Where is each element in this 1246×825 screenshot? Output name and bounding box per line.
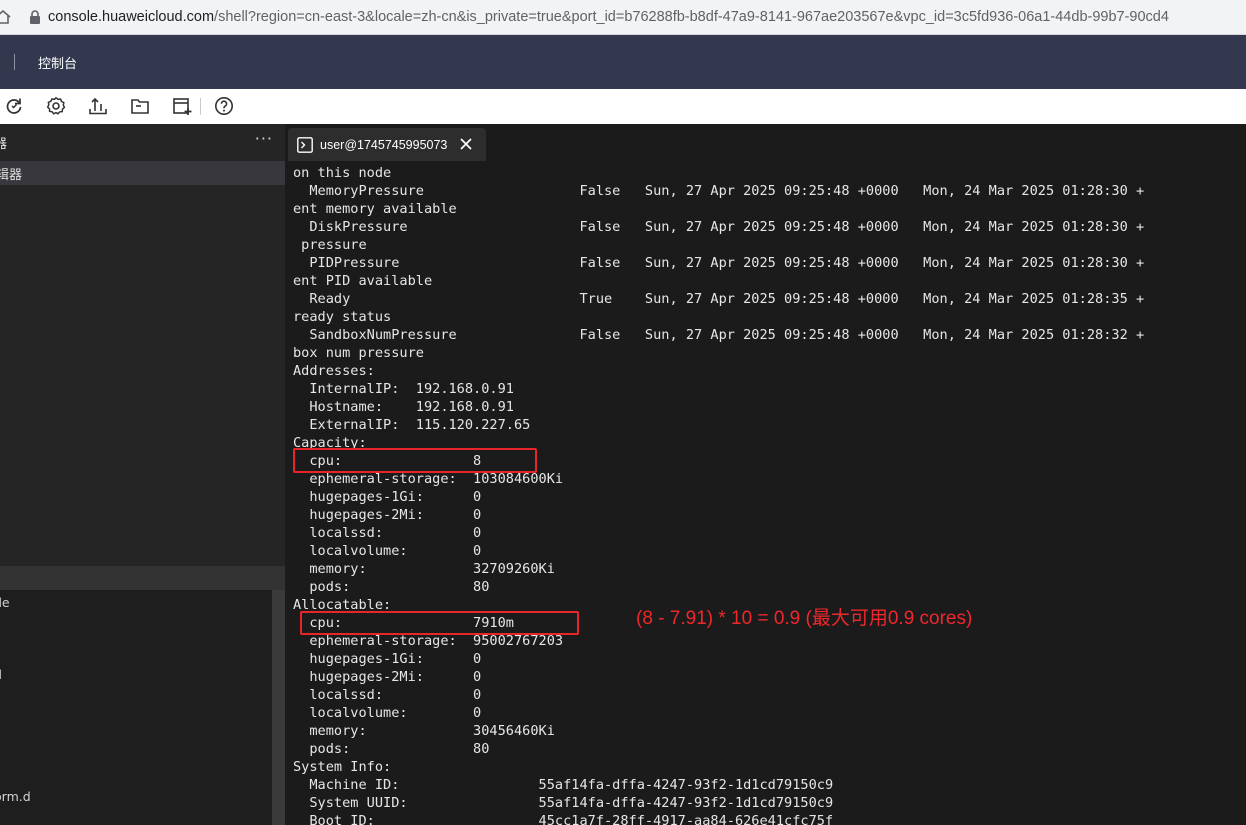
terminal-line: DiskPressure False Sun, 27 Apr 2025 09:2… (293, 219, 1145, 235)
terminal-line: MemoryPressure False Sun, 27 Apr 2025 09… (293, 183, 1145, 199)
capacity-cpu-highlight (293, 448, 537, 473)
terminal-line: hugepages-2Mi: 0 (293, 507, 482, 523)
sidebar-item-label: 辑器 (0, 167, 23, 183)
file-item[interactable]: d (0, 667, 2, 682)
file-item[interactable]: orm.d (0, 789, 31, 804)
more-options-icon[interactable]: ··· (255, 129, 273, 148)
terminal-tabstrip: user@1745745995073 (285, 124, 1246, 161)
terminal-line: memory: 32709260Ki (293, 561, 555, 577)
terminal-line: hugepages-2Mi: 0 (293, 669, 482, 685)
file-sidebar: 器 ··· 辑器 de d orm.d (0, 124, 285, 825)
new-window-icon[interactable] (171, 95, 193, 117)
upload-icon[interactable] (87, 95, 109, 117)
settings-icon[interactable] (45, 95, 67, 117)
console-link[interactable]: 控制台 (38, 53, 77, 72)
sidebar-section-divider[interactable] (0, 566, 285, 590)
terminal-line: box num pressure (293, 345, 424, 361)
sidebar-scrollbar[interactable] (272, 590, 285, 825)
terminal-tab[interactable]: user@1745745995073 (288, 128, 486, 161)
terminal-line: hugepages-1Gi: 0 (293, 489, 482, 505)
terminal-line: PIDPressure False Sun, 27 Apr 2025 09:25… (293, 255, 1145, 271)
sidebar-title: 器 (0, 137, 8, 152)
cpu-calculation-annotation: (8 - 7.91) * 10 = 0.9 (最大可用0.9 cores) (636, 608, 973, 629)
terminal-line: SandboxNumPressure False Sun, 27 Apr 202… (293, 327, 1145, 343)
folder-icon[interactable] (129, 95, 151, 117)
allocatable-cpu-highlight (300, 611, 579, 635)
nav-divider (14, 54, 15, 70)
terminal-icon (297, 136, 313, 153)
terminal-line: Addresses: (293, 363, 375, 379)
terminal-line: ExternalIP: 115.120.227.65 (293, 417, 531, 433)
url-path: /shell?region=cn-east-3&locale=zh-cn&is_… (214, 9, 1169, 25)
terminal-line: pods: 80 (293, 579, 490, 595)
terminal-line: localssd: 0 (293, 687, 482, 703)
url-host: console.huaweicloud.com (48, 9, 215, 25)
browser-address-bar[interactable]: console.huaweicloud.com/shell?region=cn-… (0, 0, 1246, 35)
refresh-icon[interactable] (3, 95, 25, 117)
terminal-line: hugepages-1Gi: 0 (293, 651, 482, 667)
terminal-line: pressure (293, 237, 367, 253)
file-list (0, 590, 272, 825)
file-item[interactable]: de (0, 595, 10, 610)
terminal-line: InternalIP: 192.168.0.91 (293, 381, 514, 397)
url-text[interactable]: console.huaweicloud.com/shell?region=cn-… (48, 9, 1169, 25)
console-navbar: 控制台 (0, 35, 1246, 89)
terminal-line: ready status (293, 309, 392, 325)
terminal-line: Boot ID: 45cc1a7f-28ff-4917-aa84-626e41c… (293, 813, 834, 825)
close-icon[interactable] (459, 136, 473, 150)
terminal-line: memory: 30456460Ki (293, 723, 555, 739)
terminal-line: Ready True Sun, 27 Apr 2025 09:25:48 +00… (293, 291, 1145, 307)
shell-toolbar (0, 89, 1246, 125)
toolbar-divider (200, 98, 201, 115)
terminal-line: localvolume: 0 (293, 543, 482, 559)
terminal-line: localvolume: 0 (293, 705, 482, 721)
terminal-line: Machine ID: 55af14fa-dffa-4247-93f2-1d1c… (293, 777, 834, 793)
home-icon[interactable] (0, 10, 22, 24)
terminal-output[interactable]: on this node MemoryPressure False Sun, 2… (285, 161, 1246, 825)
terminal-line: localssd: 0 (293, 525, 482, 541)
terminal-tab-label: user@1745745995073 (320, 137, 448, 152)
sidebar-header: 器 ··· (0, 124, 285, 161)
terminal-line: Hostname: 192.168.0.91 (293, 399, 514, 415)
terminal-line: ent memory available (293, 201, 457, 217)
help-icon[interactable] (213, 95, 235, 117)
terminal-line: on this node (293, 165, 392, 181)
sidebar-item-editor[interactable]: 辑器 (0, 161, 285, 185)
terminal-line: ent PID available (293, 273, 433, 289)
terminal-line: System UUID: 55af14fa-dffa-4247-93f2-1d1… (293, 795, 834, 811)
terminal-line: pods: 80 (293, 741, 490, 757)
terminal-line: System Info: (293, 759, 392, 775)
lock-icon[interactable] (22, 10, 48, 24)
